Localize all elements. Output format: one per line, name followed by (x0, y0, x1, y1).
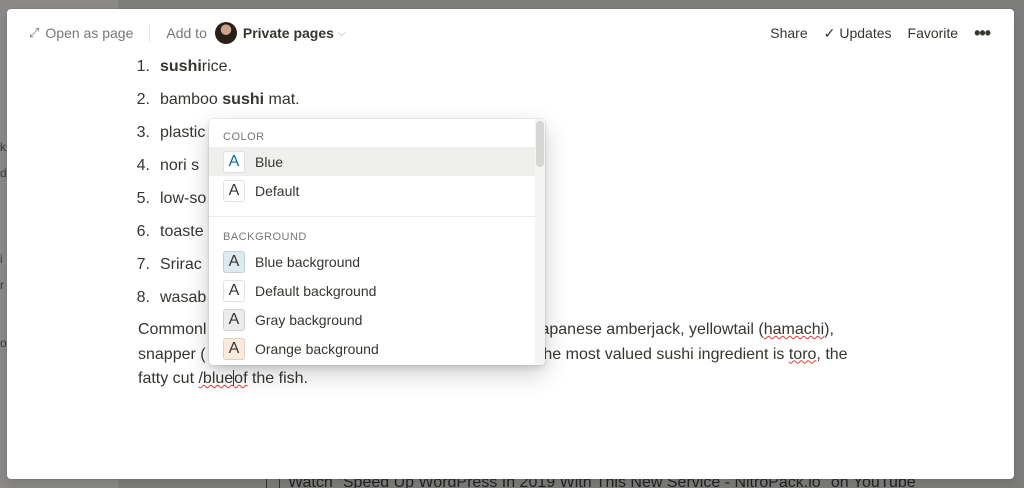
favorite-button[interactable]: Favorite (900, 21, 967, 45)
open-as-page-label: Open as page (45, 25, 134, 41)
menu-divider (209, 216, 535, 217)
slash-command-text: /blue (198, 370, 234, 387)
list-text-bold: sushi (160, 57, 202, 75)
swatch-letter: A (228, 281, 240, 299)
menu-item-default-background[interactable]: A Default background (209, 276, 535, 305)
swatch-letter: A (228, 310, 240, 328)
background-color-swatch-icon: A (223, 250, 245, 273)
sidebar-fragment: r (0, 278, 4, 292)
list-number: 8. (136, 288, 150, 306)
list-number: 1. (136, 57, 150, 75)
menu-item-orange-background[interactable]: A Orange background (209, 334, 535, 363)
sidebar-fragment: o (0, 336, 7, 350)
list-number: 5. (136, 189, 150, 207)
paragraph-text: fatty cut (138, 370, 199, 387)
sidebar-fragment: i (0, 252, 3, 266)
list-item[interactable]: 1. sushi rice. (130, 50, 890, 83)
list-number: 6. (136, 222, 150, 240)
text-color-swatch-icon: A (223, 179, 245, 202)
check-icon: ✓ (823, 24, 836, 41)
paragraph-text: The most valued sushi ingredient is (533, 345, 789, 363)
scrollbar-thumb[interactable] (536, 121, 544, 167)
menu-item-label: Default background (255, 282, 377, 299)
misspelled-word: toro (788, 345, 817, 363)
paragraph-text: snapper ( (138, 345, 206, 363)
swatch-letter: A (228, 252, 240, 270)
more-options-button[interactable]: ••• (966, 19, 998, 48)
list-text: rice. (201, 57, 233, 75)
menu-item-label: Blue (255, 153, 284, 170)
list-number: 4. (136, 156, 150, 174)
background-color-swatch-icon: A (223, 308, 245, 331)
favorite-label: Favorite (907, 25, 959, 41)
paragraph-text: Commonl (138, 321, 207, 338)
list-text: Srirac (160, 255, 202, 273)
list-number: 2. (136, 90, 150, 108)
add-to-button[interactable]: Add to Private pages ⌵ (160, 18, 351, 48)
list-text: wasab (160, 288, 207, 306)
color-command-menu: COLOR A Blue A Default BACKGROUND A Blue… (209, 119, 545, 365)
paragraph-text: , the (816, 345, 848, 363)
add-to-label: Add to (166, 25, 207, 41)
menu-item-label: Orange background (255, 340, 379, 357)
open-as-page-button[interactable]: ⤢ Open as page (23, 21, 139, 45)
menu-item-label: Gray background (255, 311, 363, 328)
menu-item-blue[interactable]: A Blue (209, 147, 535, 176)
misspelled-word: of (234, 370, 248, 387)
updates-button[interactable]: ✓ Updates (816, 21, 900, 46)
swatch-letter: A (228, 181, 240, 199)
menu-item-gray-background[interactable]: A Gray background (209, 305, 535, 334)
text-color-swatch-icon: A (223, 150, 245, 173)
updates-label: Updates (839, 25, 892, 41)
list-number: 3. (136, 123, 150, 141)
swatch-letter: A (228, 339, 240, 357)
private-pages-label: Private pages (242, 25, 334, 41)
color-section-header: COLOR (223, 131, 265, 143)
swatch-letter: A (228, 152, 240, 170)
paragraph-text: ), (824, 321, 834, 338)
chevron-down-icon: ⌵ (337, 27, 346, 39)
list-text-bold: sushi (222, 90, 265, 108)
sidebar-fragment: d (0, 166, 7, 180)
share-button[interactable]: Share (762, 21, 815, 45)
menu-item-default[interactable]: A Default (209, 176, 535, 205)
paragraph-text: the fish. (247, 370, 308, 387)
avatar (214, 22, 237, 44)
list-text: low-so (160, 189, 207, 207)
share-label: Share (770, 25, 808, 41)
menu-item-blue-background[interactable]: A Blue background (209, 247, 535, 276)
menu-item-label: Blue background (255, 253, 361, 270)
background-color-swatch-icon: A (223, 337, 245, 360)
topbar-divider (149, 24, 151, 42)
menu-item-label: Default (255, 182, 300, 199)
expand-icon: ⤢ (29, 25, 40, 40)
menu-scrollbar[interactable] (535, 119, 545, 365)
paragraph-text: apanese amberjack, yellowtail ( (540, 321, 764, 338)
list-item[interactable]: 2. bamboo sushi mat. (130, 83, 890, 116)
list-text: nori s (160, 156, 200, 174)
list-text: toaste (160, 222, 204, 240)
list-text: plastic (160, 123, 206, 141)
sidebar-fragment: k (0, 140, 6, 154)
background-section-header: BACKGROUND (223, 231, 307, 243)
misspelled-word: hamachi (763, 321, 825, 338)
list-text: mat. (264, 90, 300, 108)
more-icon: ••• (974, 22, 991, 43)
list-number: 7. (136, 255, 150, 273)
background-color-swatch-icon: A (223, 279, 245, 302)
list-text: bamboo (160, 90, 223, 108)
